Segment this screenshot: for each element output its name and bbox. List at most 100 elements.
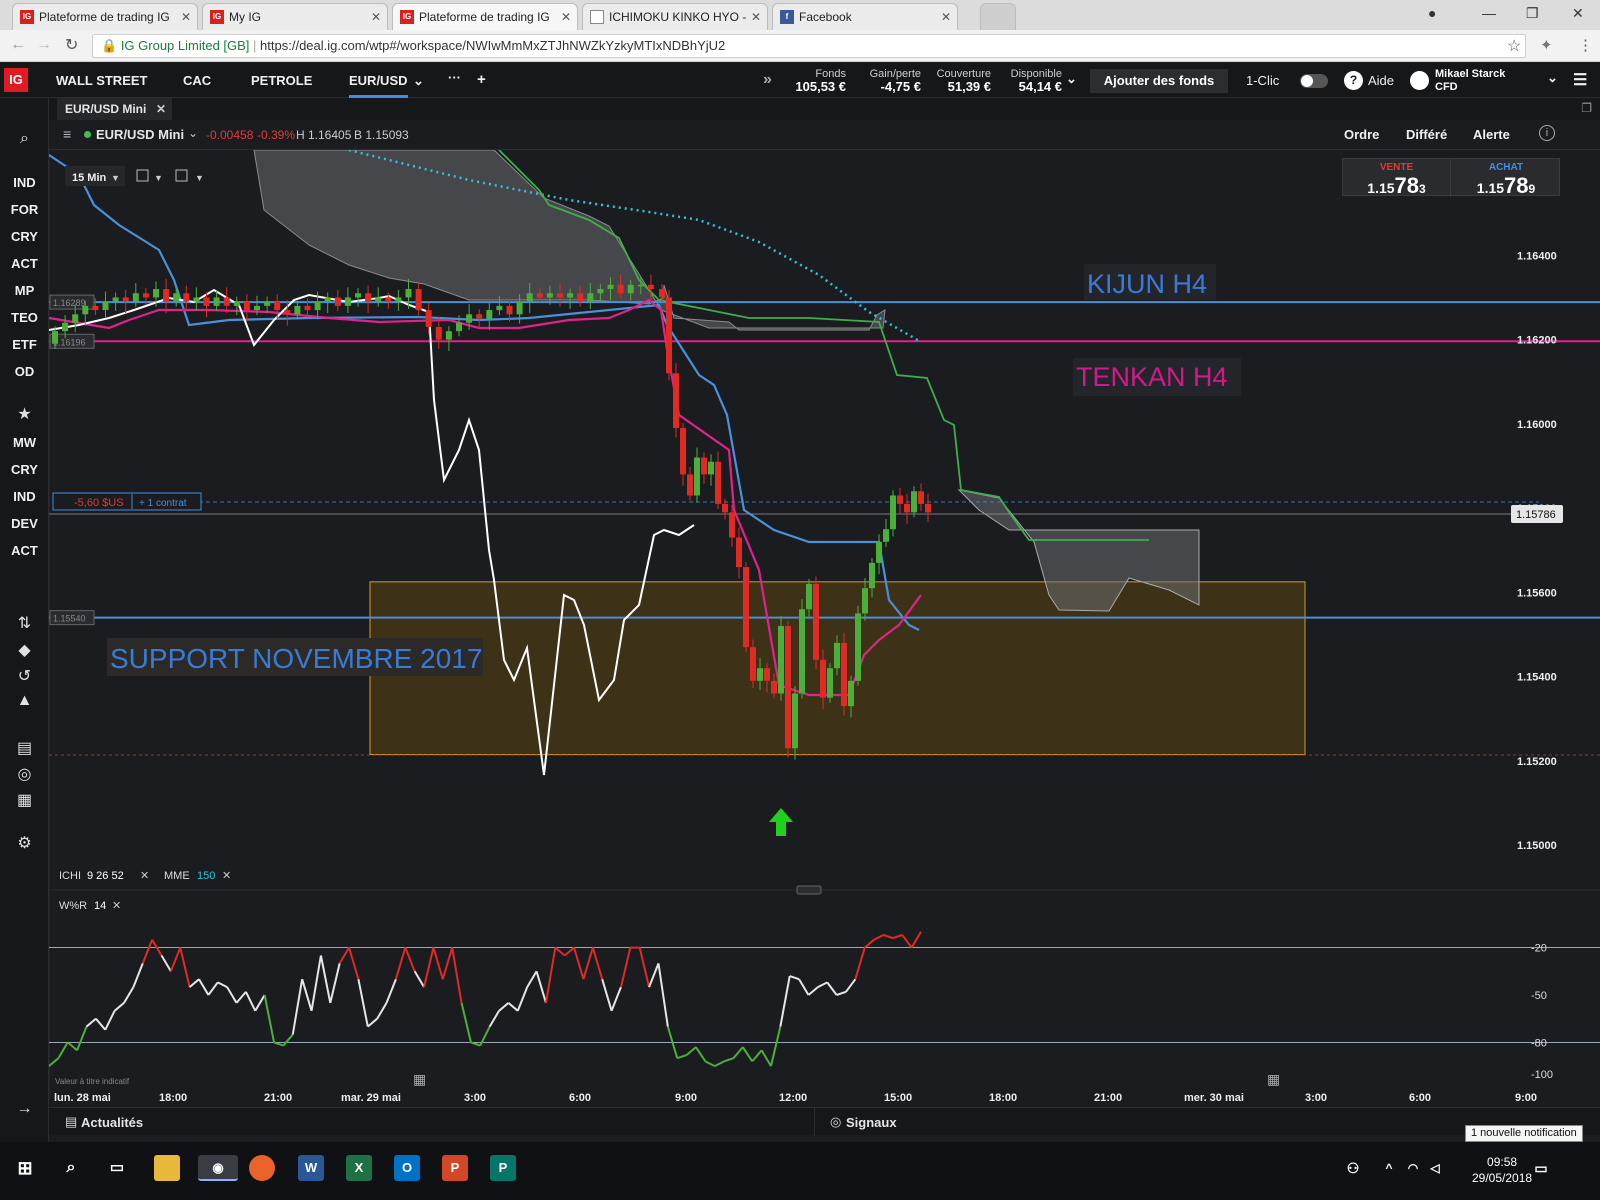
- market-tab-eurusd[interactable]: EUR/USD: [349, 73, 408, 98]
- gear-icon[interactable]: ⚙: [0, 833, 49, 853]
- calendar-event-icon[interactable]: ▦: [1267, 1071, 1280, 1087]
- user-avatar-icon[interactable]: [1410, 71, 1429, 90]
- task-view-icon[interactable]: ▭: [104, 1155, 130, 1181]
- watchlist-item[interactable]: ACT: [0, 543, 49, 558]
- nav-item[interactable]: IND: [0, 175, 49, 190]
- chart-tab[interactable]: EUR/USD Mini ✕: [57, 98, 172, 120]
- file-explorer-icon[interactable]: [154, 1155, 180, 1181]
- timeframe-selector[interactable]: 15 Min ▼: [65, 166, 125, 186]
- chrome-icon[interactable]: ◉: [198, 1155, 238, 1181]
- market-tab-cac[interactable]: CAC: [183, 73, 211, 88]
- close-window-icon[interactable]: ✕: [1572, 5, 1584, 22]
- instrument-name[interactable]: EUR/USD Mini: [96, 127, 184, 142]
- hamburger-menu-icon[interactable]: ☰: [1573, 70, 1587, 90]
- history-icon[interactable]: ↺: [0, 666, 49, 686]
- browser-tab[interactable]: IG Plateforme de trading IG ✕: [12, 3, 198, 30]
- outlook-icon[interactable]: O: [394, 1155, 420, 1181]
- excel-icon[interactable]: X: [346, 1155, 372, 1181]
- chevron-down-icon[interactable]: ⌄: [413, 73, 424, 89]
- profile-icon[interactable]: ●: [1428, 5, 1436, 21]
- help-label[interactable]: Aide: [1368, 73, 1394, 88]
- alert-button[interactable]: Alerte: [1473, 127, 1510, 142]
- signals-tab[interactable]: Signaux: [846, 1115, 897, 1130]
- windows-start-icon[interactable]: ⊞: [12, 1155, 38, 1181]
- firefox-icon[interactable]: [249, 1155, 275, 1181]
- watchlist-item[interactable]: MW: [0, 435, 49, 450]
- nav-item[interactable]: CRY: [0, 229, 49, 244]
- market-tab-wall-street[interactable]: WALL STREET: [56, 73, 147, 88]
- tray-chevron-icon[interactable]: ^: [1376, 1155, 1402, 1181]
- close-tab-icon[interactable]: ✕: [561, 4, 571, 30]
- price-chart[interactable]: 1.162891.161961.15540 -20-50-80-100 1.16…: [49, 150, 1600, 1160]
- add-tab-icon[interactable]: +: [477, 71, 486, 88]
- system-clock[interactable]: 09:58 29/05/2018: [1472, 1154, 1532, 1186]
- pane-resize-handle[interactable]: [796, 885, 822, 895]
- nav-item[interactable]: TEO: [0, 310, 49, 325]
- remove-indicator-icon[interactable]: ✕: [222, 870, 231, 882]
- close-tab-icon[interactable]: ✕: [371, 4, 381, 30]
- help-icon[interactable]: ?: [1344, 71, 1363, 90]
- url-input[interactable]: 🔒 IG Group Limited [GB] | https://deal.i…: [92, 34, 1526, 58]
- chevron-down-icon[interactable]: ⌄: [1066, 71, 1077, 87]
- close-tab-icon[interactable]: ✕: [941, 4, 951, 30]
- position-marker[interactable]: -5,60 $US + 1 contrat: [52, 492, 202, 511]
- close-tab-icon[interactable]: ✕: [181, 4, 191, 30]
- menu-icon[interactable]: ≡: [63, 126, 71, 142]
- browser-tab[interactable]: IG My IG ✕: [202, 3, 388, 30]
- maximize-icon[interactable]: ❐: [1526, 5, 1539, 22]
- extension-icon[interactable]: ✦: [1540, 36, 1553, 54]
- add-funds-button[interactable]: Ajouter des fonds: [1090, 69, 1228, 93]
- browser-tab[interactable]: f Facebook ✕: [772, 3, 958, 30]
- volume-icon[interactable]: ◁: [1422, 1155, 1448, 1181]
- remove-indicator-icon[interactable]: ✕: [140, 870, 149, 882]
- collapse-icon[interactable]: »: [763, 71, 772, 89]
- news-icon[interactable]: ▤: [0, 738, 49, 758]
- back-icon[interactable]: ←: [10, 36, 26, 54]
- alert-icon[interactable]: ▲: [0, 692, 49, 710]
- order-button[interactable]: Ordre: [1344, 127, 1379, 142]
- search-icon[interactable]: ⌕: [58, 1155, 84, 1181]
- nav-item[interactable]: ETF: [0, 337, 49, 352]
- chevron-down-icon[interactable]: ⌄: [1547, 70, 1558, 86]
- menu-icon[interactable]: ⋮: [1578, 36, 1593, 54]
- tag-icon[interactable]: ◆: [0, 640, 49, 660]
- reload-icon[interactable]: ↻: [65, 35, 78, 55]
- browser-tab[interactable]: ICHIMOKU KINKO HYO - ✕: [582, 3, 768, 30]
- word-icon[interactable]: W: [298, 1155, 324, 1181]
- one-click-toggle[interactable]: [1300, 74, 1328, 88]
- publisher-icon[interactable]: P: [490, 1155, 516, 1181]
- chevron-down-icon[interactable]: ⌄: [188, 126, 198, 140]
- nav-item[interactable]: ACT: [0, 256, 49, 271]
- bookmark-star-icon[interactable]: ☆: [1507, 36, 1521, 56]
- calendar-icon[interactable]: ▦: [0, 790, 49, 810]
- news-tab[interactable]: Actualités: [81, 1115, 143, 1130]
- search-icon[interactable]: ⌕: [0, 130, 49, 148]
- close-tab-icon[interactable]: ✕: [751, 4, 761, 30]
- chart-type-selector[interactable]: ▼ ▼: [136, 169, 204, 183]
- powerpoint-icon[interactable]: P: [442, 1155, 468, 1181]
- action-center-icon[interactable]: ▭: [1528, 1155, 1554, 1181]
- minimize-icon[interactable]: —: [1482, 5, 1496, 21]
- nav-item[interactable]: FOR: [0, 202, 49, 217]
- info-icon[interactable]: i: [1539, 125, 1555, 141]
- new-tab-button[interactable]: [980, 3, 1016, 30]
- remove-indicator-icon[interactable]: ✕: [112, 900, 121, 912]
- calendar-event-icon[interactable]: ▦: [413, 1071, 426, 1087]
- nav-item[interactable]: MP: [0, 283, 49, 298]
- nav-item[interactable]: OD: [0, 364, 49, 379]
- popout-icon[interactable]: ❐: [1581, 101, 1592, 115]
- pending-order-button[interactable]: Différé: [1406, 127, 1447, 142]
- browser-tab-active[interactable]: IG Plateforme de trading IG ✕: [392, 3, 578, 30]
- expand-icon[interactable]: →: [0, 1100, 49, 1118]
- positions-icon[interactable]: ⇅: [0, 613, 49, 633]
- signals-icon[interactable]: ◎: [0, 764, 49, 784]
- close-icon[interactable]: ✕: [156, 98, 166, 120]
- more-icon[interactable]: ···: [448, 70, 461, 85]
- notification-toast[interactable]: 1 nouvelle notification: [1465, 1125, 1583, 1142]
- watchlist-item[interactable]: CRY: [0, 462, 49, 477]
- watchlist-item[interactable]: DEV: [0, 516, 49, 531]
- forward-icon[interactable]: →: [36, 36, 52, 54]
- star-icon[interactable]: ★: [0, 404, 49, 424]
- people-icon[interactable]: ⚇: [1340, 1155, 1366, 1181]
- market-tab-petrole[interactable]: PETROLE: [251, 73, 312, 88]
